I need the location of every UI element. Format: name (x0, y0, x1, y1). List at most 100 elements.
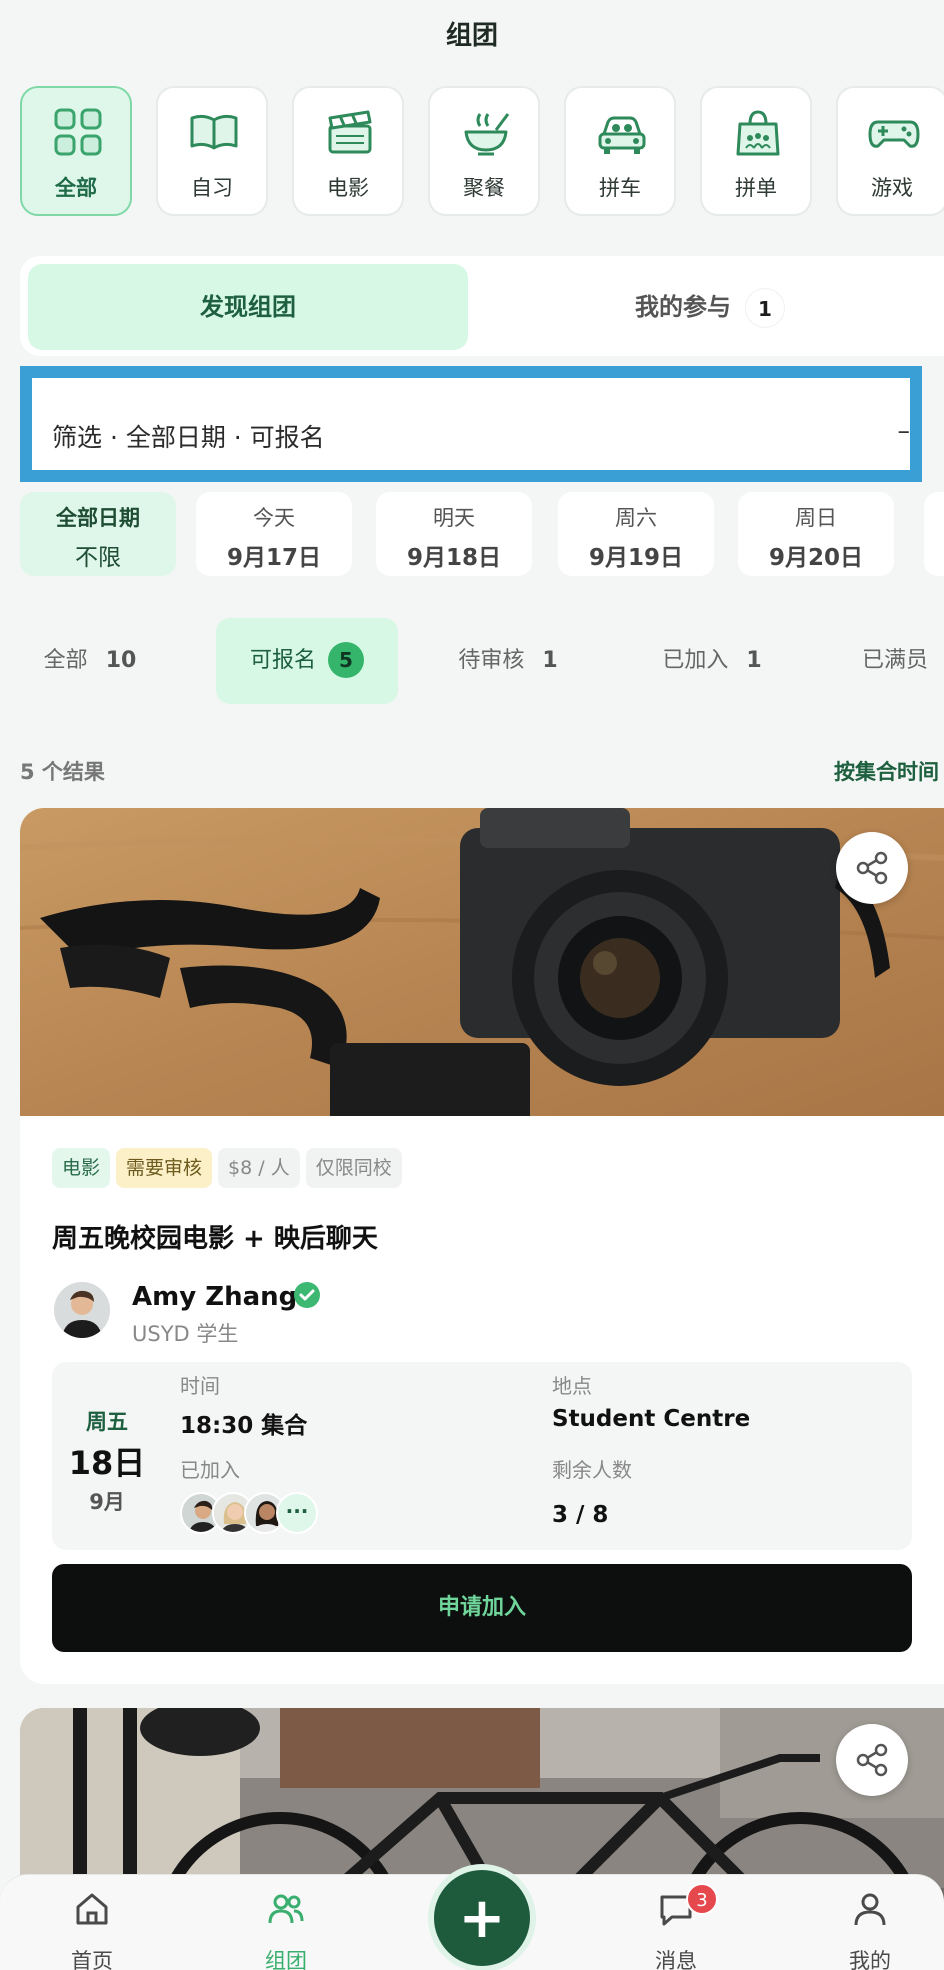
date-chip-top: 全部日期 (56, 506, 140, 530)
card-cover-image (20, 808, 944, 1116)
category-label: 拼单 (735, 176, 777, 200)
category-study[interactable]: 自习 (156, 86, 268, 216)
grid-icon (54, 108, 102, 156)
host-subtitle: USYD 学生 (132, 1322, 239, 1346)
date-chip-all[interactable]: 全部日期 不限 (20, 492, 176, 576)
more-members-icon[interactable]: ··· (276, 1492, 318, 1534)
event-day: 18日 (68, 1444, 146, 1482)
status-tab-joined[interactable]: 已加入 1 (632, 618, 792, 704)
clapperboard-icon (328, 110, 372, 154)
category-dining[interactable]: 聚餐 (428, 86, 540, 216)
nav-me[interactable]: 我的 (810, 1875, 930, 1970)
category-carpool[interactable]: 拼车 (564, 86, 676, 216)
tab-discover[interactable]: 发现组团 (28, 264, 468, 350)
date-chip-bottom: 9月17日 (226, 545, 321, 571)
status-tab-count: 1 (542, 648, 558, 673)
user-icon (854, 1893, 886, 1926)
category-bar: 全部 自习 电影 聚餐 拼车 拼单 游戏 (20, 86, 944, 218)
car-icon (598, 116, 646, 154)
status-tab-count: 1 (746, 648, 762, 673)
category-label: 聚餐 (463, 176, 505, 200)
date-chip-bottom: 9月18日 (406, 545, 501, 571)
verified-icon (294, 1282, 320, 1308)
date-chip-bottom: 不限 (75, 545, 121, 571)
event-info-panel: 周五 18日 9月 时间 18:30 集合 已加入 ··· 地点 Student… (52, 1362, 912, 1550)
status-tab-full[interactable]: 已满员 (862, 618, 944, 704)
tag-same-school: 仅限同校 (305, 1148, 402, 1188)
status-tab-label: 已加入 (662, 648, 729, 673)
category-label: 自习 (191, 176, 233, 200)
card-title: 周五晚校园电影 + 映后聊天 (52, 1224, 378, 1254)
gamepad-icon (868, 120, 920, 148)
status-tab-open[interactable]: 可报名 5 (216, 618, 398, 704)
date-chip-top: 今天 (253, 506, 295, 530)
home-icon (76, 1893, 108, 1925)
filter-summary-bar[interactable]: 筛选 · 全部日期 · 可报名 – (20, 366, 922, 482)
category-games[interactable]: 游戏 (836, 86, 944, 216)
nav-messages[interactable]: 3 消息 (616, 1875, 736, 1970)
event-month: 9月 (89, 1490, 125, 1514)
category-all[interactable]: 全部 (20, 86, 132, 216)
date-chip-tomorrow[interactable]: 明天 9月18日 (376, 492, 532, 576)
joined-label: 已加入 (180, 1458, 240, 1482)
category-group-buy[interactable]: 拼单 (700, 86, 812, 216)
share-button[interactable] (836, 832, 908, 904)
place-label: 地点 (552, 1374, 592, 1398)
nav-groups[interactable]: 组团 (226, 1875, 346, 1970)
tab-my-participation[interactable]: 我的参与 1 (540, 264, 880, 350)
result-count: 5 个结果 (20, 760, 105, 784)
status-filter-tabs: 全部 10 可报名 5 待审核 1 已加入 1 已满员 (20, 618, 944, 704)
status-tab-label: 待审核 (458, 648, 525, 673)
nav-label: 消息 (655, 1949, 697, 1970)
date-chip-next[interactable] (924, 492, 944, 576)
date-chip-top: 周六 (615, 506, 657, 530)
event-date: 周五 18日 9月 (52, 1406, 162, 1516)
tag-review-required: 需要审核 (116, 1148, 213, 1188)
event-weekday: 周五 (86, 1410, 128, 1434)
host-name[interactable]: Amy Zhang (132, 1282, 297, 1312)
book-icon (190, 114, 238, 150)
status-tab-count: 10 (105, 648, 137, 673)
create-group-button[interactable]: + (428, 1864, 536, 1970)
date-chip-today[interactable]: 今天 9月17日 (196, 492, 352, 576)
filter-summary-text: 筛选 · 全部日期 · 可报名 (52, 423, 325, 452)
category-movie[interactable]: 电影 (292, 86, 404, 216)
date-chip-row: 全部日期 不限 今天 9月17日 明天 9月18日 周六 9月19日 周日 9月… (20, 492, 944, 578)
camera-photo (20, 808, 944, 1116)
share-button[interactable] (836, 1724, 908, 1796)
date-chip-sunday[interactable]: 周日 9月20日 (738, 492, 894, 576)
share-icon (856, 1743, 888, 1777)
remaining-value: 3 / 8 (552, 1502, 609, 1528)
status-tab-count: 5 (328, 642, 364, 678)
avatar[interactable] (54, 1282, 110, 1338)
category-label: 全部 (55, 176, 97, 200)
shopping-bag-icon (736, 110, 780, 156)
status-tab-all[interactable]: 全部 10 (20, 618, 160, 704)
date-chip-saturday[interactable]: 周六 9月19日 (558, 492, 714, 576)
time-value: 18:30 集合 (180, 1413, 308, 1439)
category-label: 拼车 (599, 176, 641, 200)
date-chip-bottom: 9月20日 (768, 545, 863, 571)
nav-label: 首页 (71, 1949, 113, 1970)
nav-label: 组团 (265, 1949, 307, 1970)
time-label: 时间 (180, 1374, 220, 1398)
bowl-icon (464, 113, 510, 156)
nav-label: 我的 (849, 1949, 891, 1970)
tab-label: 我的参与 (635, 293, 731, 321)
status-tab-pending[interactable]: 待审核 1 (428, 618, 588, 704)
place-value: Student Centre (552, 1406, 751, 1432)
tag-price: $8 / 人 (218, 1148, 300, 1188)
remaining-label: 剩余人数 (552, 1458, 632, 1482)
messages-badge: 3 (686, 1883, 718, 1915)
share-icon (856, 851, 888, 885)
nav-home[interactable]: 首页 (32, 1875, 152, 1970)
group-card[interactable]: 电影 需要审核 $8 / 人仅限同校 周五晚校园电影 + 映后聊天 Amy Zhan… (20, 808, 944, 1684)
people-icon (268, 1894, 304, 1924)
category-label: 游戏 (871, 176, 913, 200)
date-chip-bottom: 9月19日 (588, 545, 683, 571)
filter-collapse-icon[interactable]: – (898, 416, 911, 445)
date-chip-top: 明天 (433, 506, 475, 530)
sort-button[interactable]: 按集合时间 (834, 756, 939, 786)
apply-join-button[interactable]: 申请加入 (52, 1564, 912, 1652)
status-tab-label: 可报名 (249, 648, 316, 673)
